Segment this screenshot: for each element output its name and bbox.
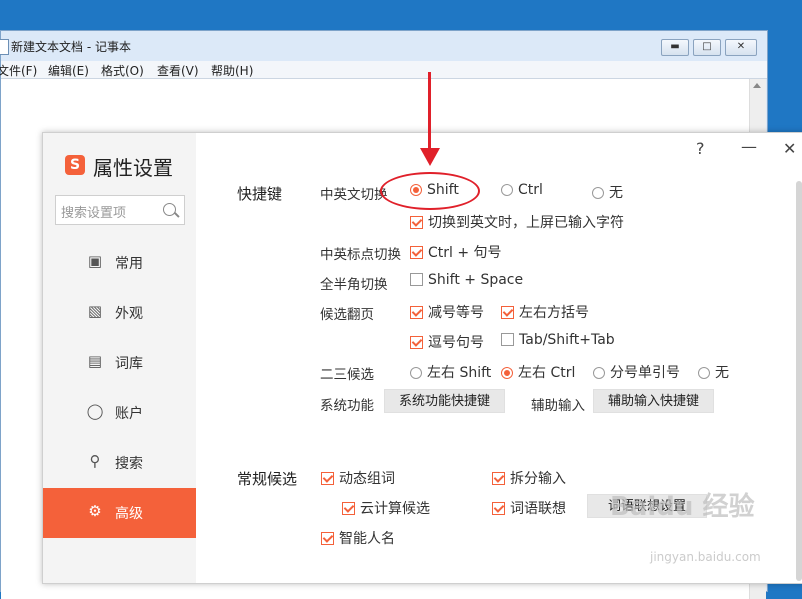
section-shortcuts: 快捷键 bbox=[237, 185, 283, 203]
sidebar-item-search[interactable]: ⚲ 搜索 bbox=[43, 438, 196, 488]
sidebar-item-label: 账户 bbox=[115, 406, 143, 422]
gear-icon: ⚙ bbox=[88, 502, 102, 520]
checkbox-checked-icon bbox=[410, 216, 423, 229]
radio-2nd3rd-semicolon[interactable]: 分号单引号 bbox=[593, 362, 680, 382]
checkbox-icon bbox=[501, 333, 514, 346]
radio-2nd3rd-ctrl[interactable]: 左右 Ctrl bbox=[501, 362, 575, 382]
check-dynamic-phrase[interactable]: 动态组词 bbox=[321, 468, 395, 488]
annotation-arrow-head bbox=[420, 148, 440, 166]
radio-icon bbox=[410, 367, 422, 379]
radio-cn-en-none[interactable]: 无 bbox=[592, 182, 623, 202]
check-paging-brackets[interactable]: 左右方括号 bbox=[501, 302, 589, 322]
notepad-menubar: 文件(F) 编辑(E) 格式(O) 查看(V) 帮助(H) bbox=[0, 61, 767, 79]
search-icon: ⚲ bbox=[89, 452, 101, 470]
radio-icon bbox=[501, 184, 513, 196]
system-func-shortcut-button[interactable]: 系统功能快捷键 bbox=[384, 389, 505, 413]
radio-icon bbox=[593, 367, 605, 379]
checkbox-checked-icon bbox=[410, 306, 423, 319]
check-paging-tab[interactable]: Tab/Shift+Tab bbox=[501, 332, 615, 348]
check-paging-minus-equal[interactable]: 减号等号 bbox=[410, 302, 484, 322]
notepad-title: 新建文本文档 - 记事本 bbox=[11, 40, 131, 54]
settings-sidebar: S 属性设置 搜索设置项 ▣ 常用 ▧ 外观 ▤ 词库 ◯ 账户 ⚲ 搜索 ⚙ … bbox=[43, 133, 196, 583]
sidebar-item-label: 常用 bbox=[115, 256, 143, 272]
sidebar-item-advanced[interactable]: ⚙ 高级 bbox=[43, 488, 196, 538]
check-width-shift-space[interactable]: Shift + Space bbox=[410, 272, 523, 288]
check-paging-comma-period[interactable]: 逗号句号 bbox=[410, 332, 484, 352]
menu-help[interactable]: 帮助(H) bbox=[211, 62, 253, 79]
system-func-label: 系统功能 bbox=[320, 398, 374, 414]
checkbox-checked-icon bbox=[321, 472, 334, 485]
notepad-titlebar[interactable]: 新建文本文档 - 记事本 ▬ □ ✕ bbox=[0, 31, 767, 61]
sidebar-item-appearance[interactable]: ▧ 外观 bbox=[43, 288, 196, 338]
restore-button[interactable]: □ bbox=[693, 39, 721, 56]
sidebar-item-account[interactable]: ◯ 账户 bbox=[43, 388, 196, 438]
shirt-icon: ▧ bbox=[87, 302, 103, 320]
checkbox-checked-icon bbox=[492, 472, 505, 485]
sidebar-item-general[interactable]: ▣ 常用 bbox=[43, 238, 196, 288]
check-cloud-candidates[interactable]: 云计算候选 bbox=[342, 498, 430, 518]
check-punct-ctrl-period[interactable]: Ctrl + 句号 bbox=[410, 242, 502, 262]
annotation-highlight-ellipse bbox=[380, 172, 480, 210]
radio-2nd3rd-shift[interactable]: 左右 Shift bbox=[410, 362, 491, 382]
monitor-icon: ▣ bbox=[87, 252, 103, 270]
second-third-label: 二三候选 bbox=[320, 367, 374, 383]
checkbox-checked-icon bbox=[410, 336, 423, 349]
sidebar-item-label: 外观 bbox=[115, 306, 143, 322]
radio-icon bbox=[592, 187, 604, 199]
scroll-up-icon[interactable] bbox=[753, 83, 761, 88]
checkbox-checked-icon bbox=[410, 246, 423, 259]
settings-search-input[interactable]: 搜索设置项 bbox=[55, 195, 185, 225]
checkbox-icon bbox=[410, 273, 423, 286]
search-icon[interactable] bbox=[163, 203, 176, 216]
radio-icon bbox=[698, 367, 710, 379]
sidebar-item-label: 搜索 bbox=[115, 456, 143, 472]
book-icon: ▤ bbox=[87, 352, 103, 370]
watermark: Baidu 经验 bbox=[610, 492, 755, 522]
sidebar-item-label: 高级 bbox=[115, 506, 143, 522]
user-icon: ◯ bbox=[86, 402, 104, 420]
check-split-input[interactable]: 拆分输入 bbox=[492, 468, 566, 488]
check-word-association[interactable]: 词语联想 bbox=[492, 498, 566, 518]
radio-2nd3rd-none[interactable]: 无 bbox=[698, 362, 729, 382]
checkbox-checked-icon bbox=[501, 306, 514, 319]
cn-en-switch-label: 中英文切换 bbox=[320, 187, 388, 203]
menu-view[interactable]: 查看(V) bbox=[157, 62, 199, 79]
checkbox-checked-icon bbox=[492, 502, 505, 515]
menu-format[interactable]: 格式(O) bbox=[101, 62, 144, 79]
watermark-url: jingyan.baidu.com bbox=[650, 550, 761, 564]
menu-file[interactable]: 文件(F) bbox=[0, 62, 37, 79]
paging-label: 候选翻页 bbox=[320, 307, 374, 323]
width-switch-label: 全半角切换 bbox=[320, 277, 388, 293]
checkbox-checked-icon bbox=[342, 502, 355, 515]
close-button[interactable]: ✕ bbox=[725, 39, 757, 56]
checkbox-checked-icon bbox=[321, 532, 334, 545]
sidebar-item-dictionary[interactable]: ▤ 词库 bbox=[43, 338, 196, 388]
check-smart-names[interactable]: 智能人名 bbox=[321, 528, 395, 548]
radio-selected-icon bbox=[501, 367, 513, 379]
punct-switch-label: 中英标点切换 bbox=[320, 247, 401, 263]
aux-input-shortcut-button[interactable]: 辅助输入快捷键 bbox=[593, 389, 714, 413]
menu-edit[interactable]: 编辑(E) bbox=[48, 62, 89, 79]
annotation-arrow bbox=[428, 72, 431, 154]
minimize-button[interactable]: ▬ bbox=[661, 39, 689, 56]
aux-input-label: 辅助输入 bbox=[531, 398, 585, 414]
sogou-logo-icon: S bbox=[65, 155, 85, 175]
notepad-icon bbox=[0, 39, 9, 55]
check-commit-on-switch[interactable]: 切换到英文时，上屏已输入字符 bbox=[410, 212, 624, 232]
radio-cn-en-ctrl[interactable]: Ctrl bbox=[501, 182, 543, 198]
search-placeholder: 搜索设置项 bbox=[61, 206, 127, 221]
sidebar-item-label: 词库 bbox=[115, 356, 143, 372]
dialog-title: 属性设置 bbox=[93, 156, 173, 180]
section-candidates: 常规候选 bbox=[237, 470, 298, 488]
